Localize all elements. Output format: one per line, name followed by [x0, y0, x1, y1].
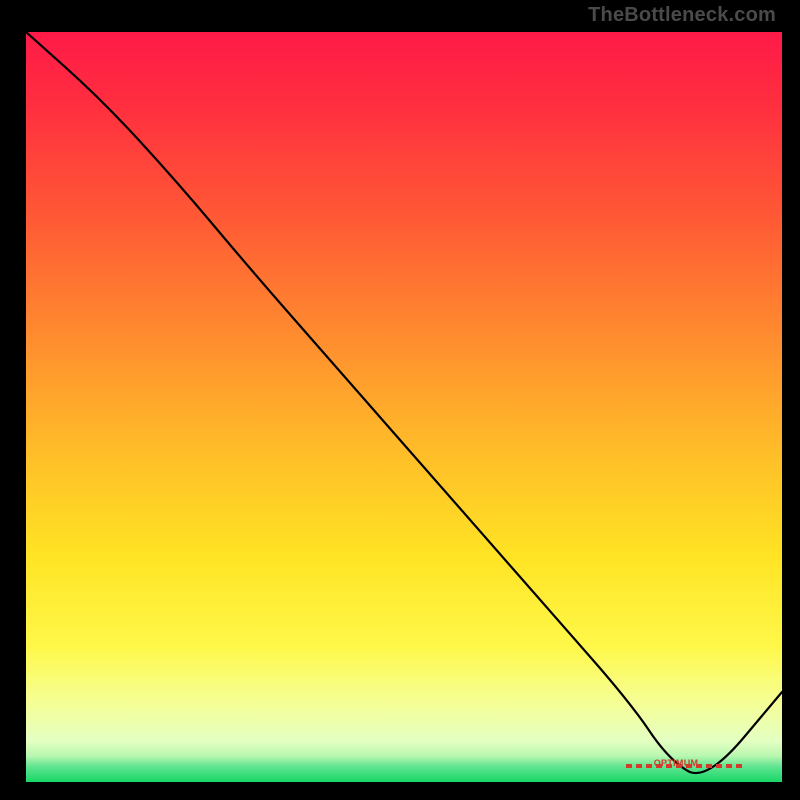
chart-svg — [26, 32, 782, 782]
credit-label: TheBottleneck.com — [588, 4, 776, 27]
chart-frame: OPTIMUM — [22, 28, 778, 778]
chart-background — [26, 32, 782, 782]
optimum-marker-label: OPTIMUM — [654, 758, 699, 768]
